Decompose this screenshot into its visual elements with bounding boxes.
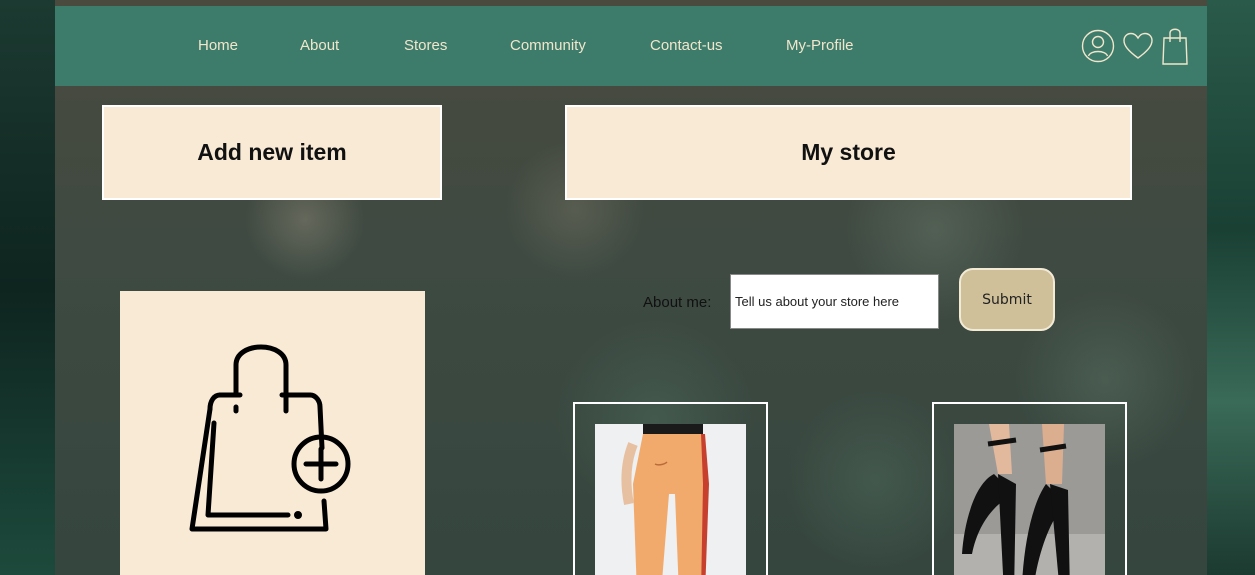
user-icon[interactable] — [1081, 29, 1115, 63]
add-item-card[interactable] — [120, 291, 425, 575]
add-new-item-panel[interactable]: Add new item — [102, 105, 442, 200]
page-canvas: Home About Stores Community Contact-us M… — [55, 0, 1207, 575]
add-new-item-title: Add new item — [197, 139, 347, 165]
about-me-label: About me: — [643, 294, 712, 311]
nav-link-my-profile[interactable]: My-Profile — [786, 37, 854, 54]
product-card-2[interactable] — [932, 402, 1127, 575]
nav-link-stores[interactable]: Stores — [404, 37, 447, 54]
shopping-bag-plus-icon — [188, 343, 358, 548]
my-store-title: My store — [801, 139, 896, 165]
top-navbar: Home About Stores Community Contact-us M… — [55, 6, 1207, 86]
nav-icons — [1081, 26, 1189, 66]
about-me-input[interactable] — [730, 274, 939, 329]
nav-link-home[interactable]: Home — [198, 37, 238, 54]
nav-link-contact-us[interactable]: Contact-us — [650, 37, 723, 54]
background-left-strip — [0, 0, 55, 575]
product-image-black-strappy-heels — [954, 424, 1105, 575]
product-card-1[interactable] — [573, 402, 768, 575]
background-right-strip — [1207, 0, 1255, 575]
nav-link-community[interactable]: Community — [510, 37, 586, 54]
heart-icon[interactable] — [1123, 32, 1153, 60]
submit-button[interactable]: Submit — [959, 268, 1055, 331]
shopping-bag-icon[interactable] — [1161, 26, 1189, 66]
my-store-panel[interactable]: My store — [565, 105, 1132, 200]
product-image-orange-track-pants — [595, 424, 746, 575]
nav-link-about[interactable]: About — [300, 37, 339, 54]
